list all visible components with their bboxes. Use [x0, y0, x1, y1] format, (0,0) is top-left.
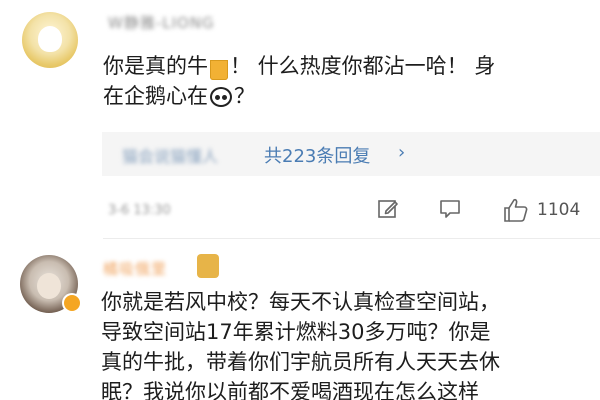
chevron-right-icon: ›: [398, 142, 406, 163]
comment-username[interactable]: W静雅-LIONG: [108, 12, 215, 33]
comment-line: 你是真的牛 ！ 什么热度你都沾一哈！ 身: [103, 51, 495, 81]
thumbs-up-icon[interactable]: [502, 197, 530, 223]
edit-icon[interactable]: [376, 197, 400, 221]
comment-text-segment: 在企鹅心在: [103, 84, 208, 108]
verified-badge-icon: [62, 293, 82, 313]
comment-line: 导致空间站17年累计燃料30多万吨？你是: [101, 320, 491, 344]
beer-emoji-icon: [210, 54, 228, 80]
like-count: 1104: [537, 200, 581, 220]
reply-preview: 猫会说猫懂人: [122, 147, 219, 166]
comment-timestamp: 3-6 13:30: [108, 203, 171, 218]
replies-panel[interactable]: 猫会说猫懂人 共223条回复 ›: [102, 132, 600, 176]
comment-icon[interactable]: [438, 197, 462, 221]
comment-text-segment: ！ 什么热度你都沾一哈！ 身: [230, 54, 496, 78]
comment-text-segment: 你是真的牛: [103, 54, 208, 78]
comment-line: 真的牛批，带着你们宇航员所有人天天去休: [101, 350, 500, 374]
vip-tag-icon: [197, 254, 219, 278]
comment-text: 你是真的牛 ！ 什么热度你都沾一哈！ 身 在企鹅心在 ？: [103, 51, 495, 111]
avatar-face: [38, 26, 62, 52]
comment-divider: [103, 238, 600, 239]
reply-count-link[interactable]: 共223条回复: [264, 142, 370, 168]
panda-emoji-icon: [210, 87, 232, 107]
comment-text: 你就是若风中校？每天不认真检查空间站， 导致空间站17年累计燃料30多万吨？你是…: [101, 287, 500, 400]
user-avatar[interactable]: [22, 12, 78, 68]
comment-text-segment: ？: [234, 84, 255, 108]
comment-username[interactable]: 橘吸俄里: [103, 258, 167, 279]
comment-line: 眠？我说你以前都不爱喝酒现在怎么这样: [101, 380, 479, 400]
comment-line: 你就是若风中校？每天不认真检查空间站，: [101, 290, 500, 314]
comment-feed: W静雅-LIONG 你是真的牛 ！ 什么热度你都沾一哈！ 身 在企鹅心在 ？ 猫会说…: [0, 0, 600, 400]
comment-line: 在企鹅心在 ？: [103, 81, 495, 111]
avatar-face: [37, 273, 61, 299]
